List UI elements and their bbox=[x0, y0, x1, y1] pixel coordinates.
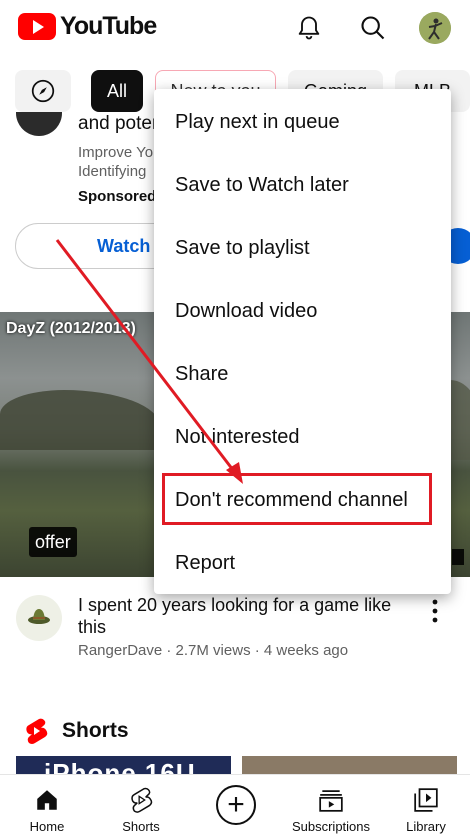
video-metadata: RangerDave · 2.7M views · 4 weeks ago bbox=[78, 642, 349, 659]
youtube-logo[interactable]: YouTube bbox=[18, 12, 157, 41]
search-icon[interactable] bbox=[359, 14, 387, 42]
nav-library-label: Library bbox=[406, 819, 446, 834]
video-title[interactable]: I spent 20 years looking for a game like… bbox=[78, 594, 418, 638]
bell-icon[interactable] bbox=[295, 14, 323, 42]
youtube-logo-icon bbox=[18, 13, 56, 40]
duration-badge bbox=[452, 549, 464, 565]
explore-chip[interactable] bbox=[15, 70, 71, 112]
nav-home-label: Home bbox=[29, 819, 65, 834]
watch-button-label: Watch bbox=[97, 236, 151, 256]
annotation-highlight-box bbox=[162, 473, 432, 525]
menu-item-not-interested[interactable]: Not interested bbox=[154, 406, 451, 468]
account-avatar[interactable] bbox=[419, 12, 451, 44]
nav-subscriptions[interactable]: Subscriptions bbox=[290, 775, 372, 836]
more-vert-icon[interactable] bbox=[428, 598, 442, 624]
logo-text: YouTube bbox=[60, 12, 157, 40]
nav-home[interactable]: Home bbox=[22, 775, 72, 836]
menu-item-download[interactable]: Download video bbox=[154, 280, 451, 342]
create-icon: + bbox=[216, 785, 256, 825]
menu-item-save-watch-later[interactable]: Save to Watch later bbox=[154, 154, 451, 216]
library-icon bbox=[414, 788, 438, 812]
shorts-icon bbox=[26, 718, 48, 744]
avatar-figure-icon bbox=[419, 12, 451, 44]
ad-channel-avatar[interactable] bbox=[16, 112, 62, 136]
home-icon bbox=[37, 790, 57, 810]
sponsored-label: Sponsored bbox=[78, 188, 157, 205]
menu-item-report[interactable]: Report bbox=[154, 532, 451, 594]
menu-item-save-playlist[interactable]: Save to playlist bbox=[154, 217, 451, 279]
chip-all[interactable]: All bbox=[91, 70, 143, 112]
nav-create[interactable]: + bbox=[212, 775, 260, 836]
thumbnail-overlay-badge: offer bbox=[29, 527, 77, 557]
shorts-shelf-title: Shorts bbox=[62, 719, 129, 742]
ranger-hat-icon bbox=[28, 609, 50, 624]
menu-item-play-next[interactable]: Play next in queue bbox=[154, 91, 451, 153]
nav-shorts-label: Shorts bbox=[122, 819, 160, 834]
nav-shorts[interactable]: Shorts bbox=[116, 775, 166, 836]
bottom-navigation: Home Shorts + Subscriptions Library bbox=[0, 774, 470, 836]
nav-library[interactable]: Library bbox=[400, 775, 452, 836]
ad-title[interactable]: and poter bbox=[78, 113, 158, 135]
nav-subscriptions-label: Subscriptions bbox=[291, 819, 371, 834]
subscriptions-icon bbox=[319, 790, 343, 812]
menu-item-share[interactable]: Share bbox=[154, 343, 451, 405]
shorts-icon bbox=[131, 787, 153, 813]
compass-icon bbox=[31, 79, 55, 103]
thumbnail-caption: DayZ (2012/2013) bbox=[6, 320, 136, 337]
